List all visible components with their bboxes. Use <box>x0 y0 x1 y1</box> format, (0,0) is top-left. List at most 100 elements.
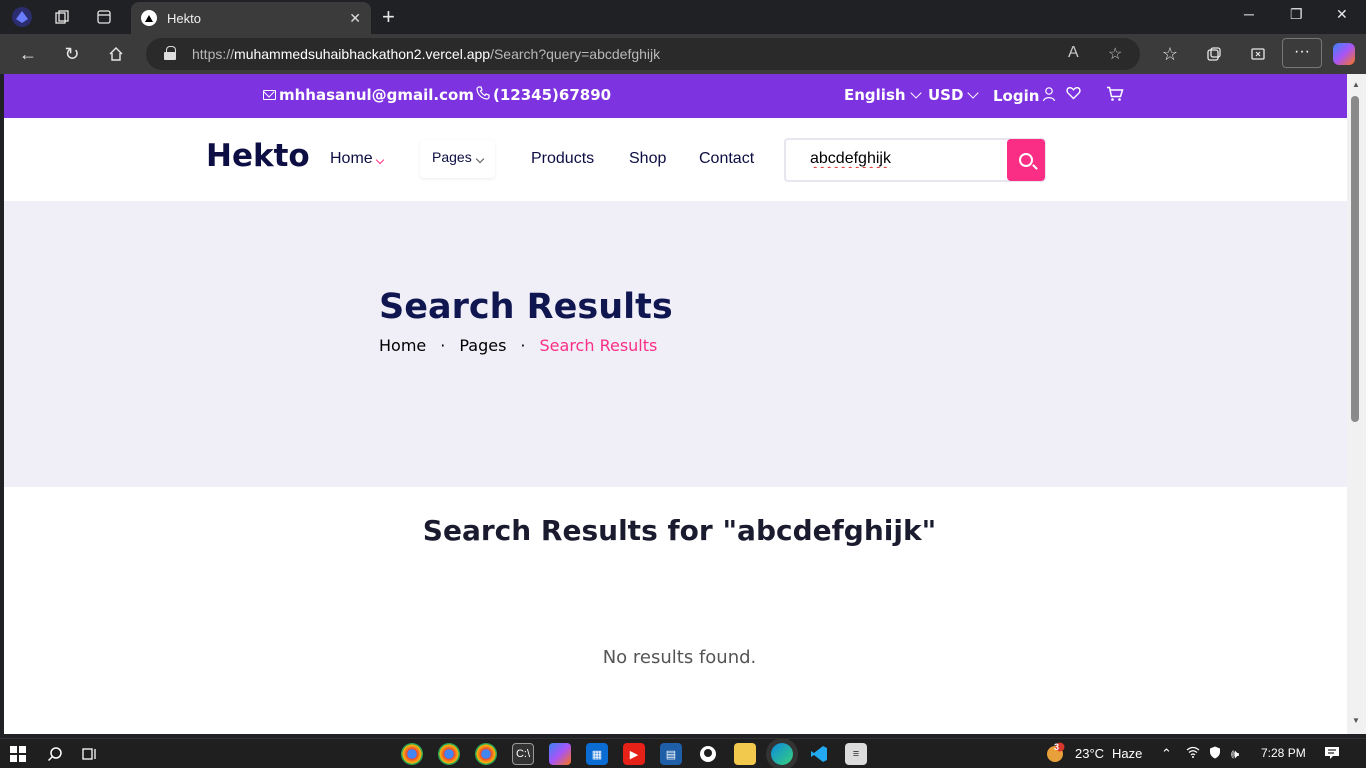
cart-icon <box>1106 86 1124 106</box>
chevron-down-icon <box>909 87 922 99</box>
nav-shop[interactable]: Shop <box>629 150 666 168</box>
refresh-icon[interactable]: ↻ <box>60 42 84 66</box>
results-heading: Search Results for "abcdefghijk" <box>422 514 937 547</box>
breadcrumb-separator: · <box>440 336 446 355</box>
tab-title: Hekto <box>167 10 201 26</box>
notepad-icon[interactable]: ≡ <box>845 743 867 765</box>
page-viewport: mhhasanul@gmail.com (12345)67890 English… <box>4 74 1347 734</box>
workspaces-icon[interactable] <box>50 5 74 29</box>
chevron-down-icon <box>475 154 484 164</box>
favorites-icon[interactable]: ☆ <box>1158 42 1182 66</box>
top-info-bar: mhhasanul@gmail.com (12345)67890 English… <box>4 74 1347 118</box>
file-explorer-icon[interactable] <box>734 743 756 765</box>
address-bar[interactable]: https://muhammedsuhaibhackathon2.vercel.… <box>146 38 1140 70</box>
heart-icon <box>1066 86 1081 104</box>
breadcrumb-home[interactable]: Home <box>379 336 426 355</box>
email-contact[interactable]: mhhasanul@gmail.com <box>263 86 474 104</box>
collections-icon[interactable] <box>1202 42 1226 66</box>
tab-actions-icon[interactable] <box>92 5 116 29</box>
screenshot-icon[interactable] <box>1246 42 1270 66</box>
nav-contact[interactable]: Contact <box>699 150 754 168</box>
page-scrollbar[interactable]: ▲ ▼ <box>1347 74 1366 734</box>
more-menu-icon[interactable]: ··· <box>1282 38 1322 68</box>
page-header-banner: Search Results Home · Pages · Search Res… <box>4 201 1347 487</box>
url-prefix: https:// <box>192 46 235 62</box>
breadcrumb-pages[interactable]: Pages <box>459 336 506 355</box>
home-icon[interactable] <box>104 42 128 66</box>
restore-icon[interactable]: ❐ <box>1290 6 1303 23</box>
chrome-icon[interactable] <box>401 743 423 765</box>
nav-home[interactable]: Home <box>330 150 384 168</box>
nav-pages-label: Pages <box>432 149 472 165</box>
weather-temp[interactable]: 23°C <box>1075 746 1104 761</box>
terminal-icon[interactable]: C:\ <box>512 743 534 765</box>
wishlist-button[interactable] <box>1066 86 1081 104</box>
search-input[interactable] <box>810 150 1000 168</box>
weather-condition[interactable]: Haze <box>1112 746 1142 761</box>
user-icon <box>1042 86 1056 106</box>
github-icon[interactable] <box>697 743 719 765</box>
edge-icon[interactable] <box>771 743 793 765</box>
store-icon[interactable]: ▦ <box>586 743 608 765</box>
chevron-up-icon[interactable]: ⌃ <box>1161 746 1172 762</box>
volume-icon[interactable]: 🕪 <box>1231 746 1239 762</box>
new-tab-icon[interactable]: + <box>382 4 395 30</box>
browser-toolbar: ← ↻ https://muhammedsuhaibhackathon2.ver… <box>0 34 1366 74</box>
scroll-down-icon[interactable]: ▼ <box>1352 716 1360 725</box>
language-label: English <box>844 86 906 104</box>
lock-icon[interactable] <box>164 46 176 60</box>
active-tab[interactable]: Hekto ✕ <box>131 2 371 34</box>
os-taskbar: C:\ ▦ ▶ ▤ ≡ 3 23°C Haze ⌃ 🕪 7:28 PM <box>0 738 1366 768</box>
url-host: muhammedsuhaibhackathon2.vercel.app <box>234 46 491 62</box>
back-icon[interactable]: ← <box>16 42 40 66</box>
chevron-down-icon <box>967 87 980 99</box>
page-title: Search Results <box>379 287 673 327</box>
youtube-icon[interactable]: ▶ <box>623 743 645 765</box>
breadcrumb-current: Search Results <box>539 336 658 355</box>
empty-results-message: No results found. <box>602 647 757 668</box>
scrollbar-thumb[interactable] <box>1351 96 1359 422</box>
phone-text: (12345)67890 <box>493 86 612 104</box>
phone-icon <box>476 86 490 104</box>
read-aloud-icon[interactable]: A <box>1068 44 1079 62</box>
main-navbar: Hekto Home Pages Products Shop Contact <box>4 118 1347 201</box>
copilot-app-icon[interactable] <box>549 743 571 765</box>
url-path: /Search?query=abcdefghijk <box>490 46 661 62</box>
currency-select[interactable]: USD <box>928 86 981 104</box>
weather-badge: 3 <box>1054 742 1060 752</box>
notifications-icon[interactable] <box>1324 746 1340 763</box>
wifi-icon[interactable] <box>1186 746 1200 761</box>
nav-products[interactable]: Products <box>531 150 594 168</box>
search-button[interactable] <box>1007 139 1045 181</box>
nav-pages[interactable]: Pages <box>420 140 495 178</box>
search-icon <box>1019 153 1033 167</box>
cart-button[interactable] <box>1106 86 1124 106</box>
search-icon[interactable] <box>44 743 66 765</box>
phone-contact[interactable]: (12345)67890 <box>476 86 611 104</box>
copilot-icon[interactable] <box>1333 43 1355 65</box>
site-logo[interactable]: Hekto <box>206 138 310 174</box>
language-select[interactable]: English <box>844 86 924 104</box>
close-window-icon[interactable]: ✕ <box>1336 6 1348 23</box>
chrome-icon[interactable] <box>438 743 460 765</box>
windows-start-icon[interactable] <box>7 743 29 765</box>
scroll-up-icon[interactable]: ▲ <box>1352 80 1360 89</box>
control-panel-icon[interactable]: ▤ <box>660 743 682 765</box>
login-label: Login <box>993 87 1040 105</box>
nav-home-label: Home <box>330 150 373 167</box>
close-tab-icon[interactable]: ✕ <box>349 10 361 27</box>
vscode-icon[interactable] <box>808 743 830 765</box>
clock[interactable]: 7:28 PM <box>1261 746 1306 760</box>
email-text: mhhasanul@gmail.com <box>279 86 474 104</box>
login-link[interactable]: Login <box>993 86 1056 106</box>
browser-tab-bar: Hekto ✕ + ─ ❐ ✕ <box>0 0 1366 34</box>
breadcrumb: Home · Pages · Search Results <box>379 336 657 355</box>
favorite-star-icon[interactable]: ☆ <box>1108 44 1122 64</box>
security-icon[interactable] <box>1209 746 1221 762</box>
breadcrumb-separator: · <box>520 336 526 355</box>
task-view-icon[interactable] <box>79 743 101 765</box>
minimize-icon[interactable]: ─ <box>1244 6 1254 22</box>
chevron-down-icon <box>375 155 384 165</box>
profile-icon[interactable] <box>10 5 34 29</box>
chrome-icon[interactable] <box>475 743 497 765</box>
